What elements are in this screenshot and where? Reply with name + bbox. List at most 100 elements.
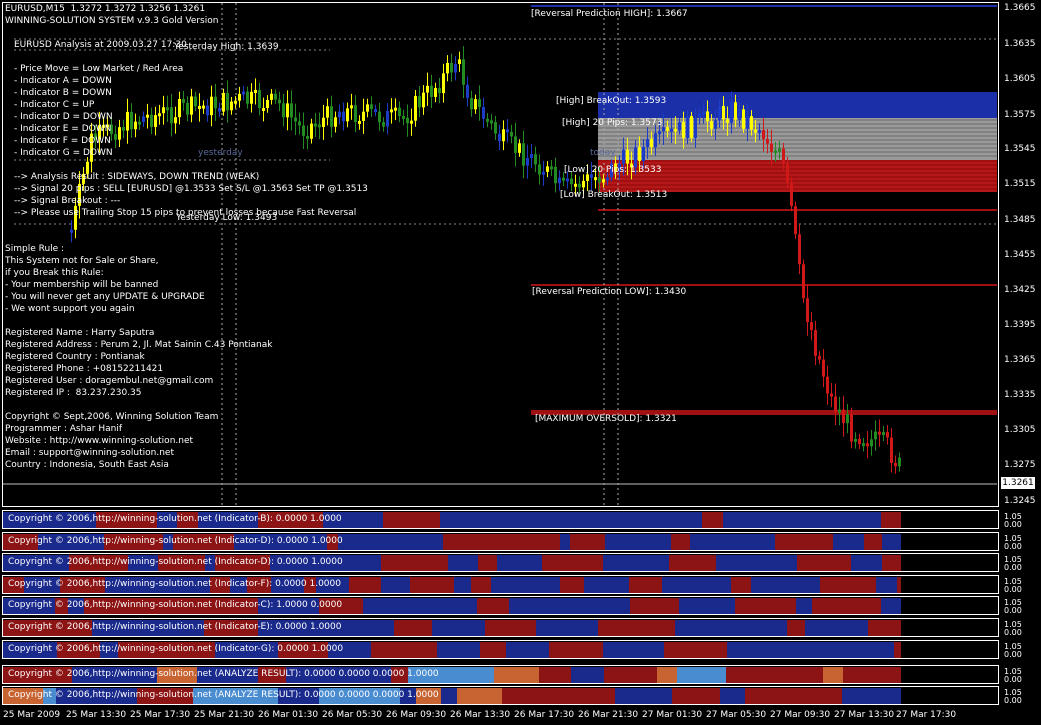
candle-body [362,111,365,121]
time-tick: 27 Mar 17:30 [896,710,957,720]
price-tick: 1.3245 [1004,496,1036,506]
panel-label: Copyright © 2006,http://winning-solution… [8,600,343,610]
indicator-panel[interactable]: Copyright © 2006,http://winning-solution… [2,510,999,529]
candle-body [698,113,701,118]
candle-body [310,123,313,139]
today-label: today [590,148,616,158]
rule-line: if you Break this Rule: [5,268,104,278]
candle-body [230,101,233,111]
price-tick: 1.3425 [1004,285,1036,295]
candle-body [862,443,865,447]
candle-body [370,104,373,110]
candle-body [410,120,413,124]
candle-body [750,116,753,130]
candle-body [714,120,717,129]
candle-body [346,108,349,122]
candle-body [766,139,769,144]
candle-body [514,136,517,153]
result-line: --> Signal 20 pips : SELL [EURUSD] @1.35… [14,184,368,194]
candle-body [358,120,361,124]
candle-body [402,115,405,119]
analysis-line: - Indicator A = DOWN [14,76,112,86]
price-tick: 1.3635 [1004,39,1036,49]
candle-body [542,171,545,175]
panel-scale-tick: 0.00 [1004,606,1022,615]
candle-body [290,103,293,118]
candle-body [762,130,765,140]
candle-body [146,114,149,118]
yesterday-label: yesterday [198,148,243,158]
candle-body [470,98,473,110]
yesterday-low-label: Yesterday Low: 1.3493 [176,213,278,223]
candle-body [622,149,625,164]
time-tick: 27 Mar 05:30 [706,710,767,720]
analysis-line: - Indicator C = UP [14,100,95,110]
credit-line: Programmer : Ashar Hanif [5,424,123,434]
candle-body [118,127,121,140]
price-tick: 1.3665 [1004,3,1036,13]
candle-body [654,133,657,148]
indicator-panel[interactable]: Copyright © 2006,http://winning-solution… [2,686,999,705]
symbol-line: EURUSD,M15 1.3272 1.3272 1.3256 1.3261 [5,4,206,14]
candle-body [122,127,125,131]
indicator-panel[interactable]: Copyright © 2006,http://winning-solution… [2,665,999,684]
price-tick: 1.3305 [1004,425,1036,435]
candle-body [462,59,465,85]
candle-body [826,376,829,394]
candle-body [430,85,433,97]
indicator-panel[interactable]: Copyright © 2006,http://winning-solution… [2,532,999,551]
candle-body [282,103,285,118]
low-breakout-label: [Low] BreakOut: 1.3513 [560,190,668,200]
candle-body [446,62,449,74]
candle-body [682,122,685,139]
panel-label: Copyright © 2006,http://winning-solution… [8,579,341,589]
indicator-panel[interactable]: Copyright © 2006,http://winning-solution… [2,553,999,572]
candle-body [390,109,393,113]
high-20-pips-label: [High] 20 Pips: 1.3573 [562,118,663,128]
candle-body [258,89,261,108]
candle-body [838,409,841,413]
indicator-panel[interactable]: Copyright © 2006,http://winning-solution… [2,596,999,615]
candle-body [350,105,353,109]
candle-body [686,116,689,139]
price-tick: 1.3365 [1004,355,1036,365]
candle-body [250,91,253,104]
candle-body [806,298,809,323]
candle-body [722,105,725,120]
indicator-panel[interactable]: Copyright © 2006,http://winning-solution… [2,640,999,659]
price-tick: 1.3545 [1004,144,1036,154]
candle-body [438,88,441,94]
registration-line: Registered IP : 83.237.230.35 [5,388,142,398]
candle-body [526,157,529,166]
panel-label: Copyright © 2006,http://winning-solution… [8,514,342,524]
candle-body [742,109,745,129]
candle-body [674,128,677,132]
candle-body [598,177,601,183]
indicator-panel[interactable]: Copyright © 2006,http://winning-solution… [2,618,999,637]
panel-label: Copyright © 2006,http://winning-solution… [8,536,343,546]
candle-body [878,431,881,435]
candle-body [210,96,213,116]
candle-body [738,109,741,120]
panel-label: Copyright © 2006,http://winning-solution… [8,557,343,567]
candle-body [774,150,777,154]
candle-body [894,462,897,467]
time-tick: 27 Mar 13:30 [834,710,895,720]
candle-body [190,96,193,115]
candle-body [898,457,901,467]
candle-body [294,117,297,122]
candle-body [198,105,201,109]
candle-body [858,438,861,445]
price-tick: 1.3455 [1004,250,1036,260]
candle-body [850,414,853,442]
candle-body [154,115,157,127]
candle-body [406,117,409,124]
candle-body [782,148,785,164]
candle-body [506,129,509,133]
low-20-pips-label: [Low] 20 Pips: 1.3533 [564,165,662,175]
candle-body [498,133,501,142]
indicator-panel[interactable]: Copyright © 2006,http://winning-solution… [2,575,999,594]
price-tick: 1.3395 [1004,320,1036,330]
candle-body [222,92,225,112]
candle-body [434,88,437,97]
